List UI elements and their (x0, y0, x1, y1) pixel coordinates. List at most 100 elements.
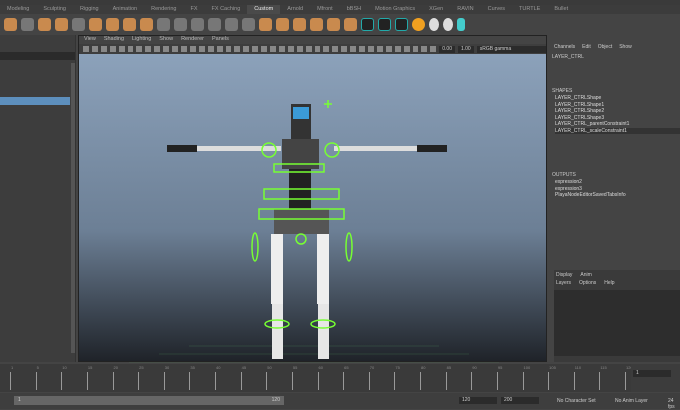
viewport-tool-icon[interactable] (421, 46, 428, 52)
viewport-tool-icon[interactable] (261, 46, 268, 52)
viewport-tool-icon[interactable] (91, 46, 98, 52)
shelf-tab[interactable]: FX (183, 5, 204, 14)
shelf-tab[interactable]: Mfront (310, 5, 340, 14)
shelf-tab[interactable]: Bullet (547, 5, 575, 14)
shelf-tab[interactable]: Rendering (144, 5, 183, 14)
viewport-menu-item[interactable]: Panels (212, 36, 229, 44)
shelf-tab[interactable]: Curves (481, 5, 512, 14)
shelf-tool-icon[interactable] (443, 17, 453, 31)
viewport-tool-icon[interactable] (278, 46, 285, 52)
viewport-tool-icon[interactable] (359, 46, 365, 52)
viewport-menu-item[interactable]: Renderer (181, 36, 204, 44)
shelf-tool-icon[interactable] (55, 17, 68, 31)
viewport-menu-item[interactable]: Shading (104, 36, 124, 44)
shelf-tool-icon[interactable] (395, 17, 408, 31)
outliner-selected-item[interactable] (0, 97, 70, 105)
viewport-tool-icon[interactable] (296, 46, 303, 52)
viewport-tool-icon[interactable] (189, 46, 196, 52)
viewport-tool-icon[interactable] (198, 46, 205, 52)
shelf-tab[interactable]: Arnold (280, 5, 310, 14)
near-clip-field[interactable]: 0.00 (439, 45, 455, 53)
viewport-tool-icon[interactable] (412, 46, 419, 52)
shelf-tool-icon[interactable] (457, 17, 465, 31)
viewport[interactable]: View Shading Lighting Show Renderer Panels 0.… (78, 35, 548, 363)
current-frame-field[interactable]: 1 (633, 370, 671, 377)
viewport-tool-icon[interactable] (172, 46, 178, 52)
viewport-tool-icon[interactable] (109, 46, 116, 52)
viewport-tool-icon[interactable] (323, 46, 330, 52)
channel-menu-item[interactable]: Object (598, 44, 612, 50)
viewport-tool-icon[interactable] (207, 46, 214, 52)
shelf-tool-icon[interactable] (310, 17, 323, 31)
viewport-tool-icon[interactable] (118, 46, 125, 52)
layer-list[interactable] (554, 290, 680, 356)
viewport-tool-icon[interactable] (145, 46, 152, 52)
shelf-tab[interactable]: XGen (422, 5, 450, 14)
shelf-tool-icon[interactable] (361, 17, 374, 31)
shelf-tab[interactable]: Rigging (73, 5, 106, 14)
shelf-tab[interactable]: TURTLE (512, 5, 547, 14)
viewport-tool-icon[interactable] (163, 46, 170, 52)
viewport-tool-icon[interactable] (376, 46, 383, 52)
viewport-tool-icon[interactable] (243, 46, 250, 52)
viewport-menu-item[interactable]: Lighting (132, 36, 151, 44)
robot-rig[interactable] (79, 54, 548, 363)
color-space-dropdown[interactable]: sRGB gamma (476, 45, 546, 53)
shelf-tool-icon[interactable] (21, 17, 34, 31)
anim-end-field[interactable]: 120 (459, 397, 497, 404)
shelf-tab[interactable]: Custom (247, 5, 281, 14)
viewport-tool-icon[interactable] (100, 46, 107, 52)
shelf-tab[interactable]: Sculpting (36, 5, 73, 14)
shelf-tab[interactable]: Motion Graphics (368, 5, 422, 14)
viewport-tool-icon[interactable] (332, 46, 339, 52)
shelf-tool-icon[interactable] (259, 17, 272, 31)
shelf-tool-icon[interactable] (191, 17, 204, 31)
fps-dropdown[interactable]: 24 fps (668, 398, 680, 410)
shelf-tool-icon[interactable] (38, 17, 51, 31)
shelf-tab[interactable]: Animation (106, 5, 144, 14)
viewport-tool-icon[interactable] (270, 46, 276, 52)
shelf-tool-icon[interactable] (4, 17, 17, 31)
viewport-menu-item[interactable]: Show (159, 36, 173, 44)
shelf-tool-icon[interactable] (378, 17, 391, 31)
shelf-tool-icon[interactable] (429, 17, 439, 31)
viewport-tool-icon[interactable] (314, 46, 321, 52)
shelf-tool-icon[interactable] (412, 17, 425, 31)
channel-menu-item[interactable]: Show (619, 44, 632, 50)
viewport-tool-icon[interactable] (234, 46, 241, 52)
shelf-tab[interactable]: Modeling (0, 5, 36, 14)
far-clip-field[interactable]: 1.00 (457, 45, 474, 53)
viewport-tool-icon[interactable] (385, 46, 392, 52)
channel-menu-item[interactable]: Channels (554, 44, 575, 50)
shelf-tool-icon[interactable] (293, 17, 306, 31)
character-set-dropdown[interactable]: No Character Set (557, 398, 596, 404)
shelf-tool-icon[interactable] (174, 17, 187, 31)
shelf-tool-icon[interactable] (208, 17, 221, 31)
shelf-tool-icon[interactable] (157, 17, 170, 31)
layer-tab[interactable]: Display (556, 272, 572, 278)
viewport-tool-icon[interactable] (180, 46, 187, 52)
outliner-scrollbar[interactable] (71, 63, 75, 353)
anim-max-field[interactable]: 200 (501, 397, 539, 404)
shelf-tool-icon[interactable] (276, 17, 289, 31)
range-slider[interactable]: 1 120 (14, 396, 284, 405)
viewport-tool-icon[interactable] (430, 46, 437, 52)
shape-item[interactable]: LAYER_CTRL_scaleConstraint1 (555, 127, 680, 134)
anim-layer-dropdown[interactable]: No Anim Layer (615, 398, 648, 404)
shelf-tool-icon[interactable] (327, 17, 340, 31)
viewport-tool-icon[interactable] (287, 46, 294, 52)
viewport-tool-icon[interactable] (127, 46, 134, 52)
shelf-tab[interactable]: RAVIN (450, 5, 480, 14)
viewport-menu-item[interactable]: View (84, 36, 96, 44)
channel-menu-item[interactable]: Edit (582, 44, 591, 50)
shelf-tool-icon[interactable] (225, 17, 238, 31)
output-item[interactable]: PlayaNodeEditorSavedTabsInfo (555, 192, 626, 199)
shelf-tool-icon[interactable] (140, 17, 153, 31)
layer-menu-item[interactable]: Layers (556, 280, 571, 286)
shelf-tool-icon[interactable] (89, 17, 102, 31)
shelf-tool-icon[interactable] (344, 17, 357, 31)
viewport-tool-icon[interactable] (394, 46, 401, 52)
viewport-tool-icon[interactable] (216, 46, 223, 52)
time-slider[interactable]: 1 5 10 15 20 25 30 35 40 45 50 55 60 65 70 75 80 85 90 95 10… (0, 364, 633, 392)
viewport-tool-icon[interactable] (154, 46, 161, 52)
